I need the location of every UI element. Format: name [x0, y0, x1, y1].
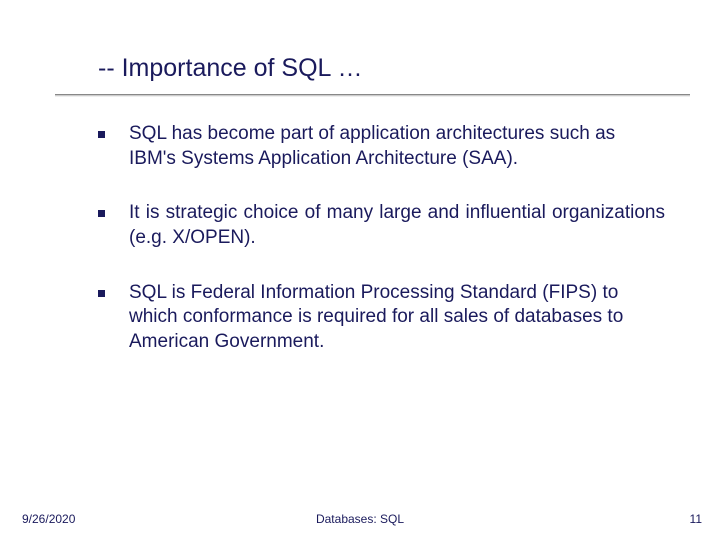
bullet-item: It is strategic choice of many large and…	[98, 201, 665, 250]
slide-body: SQL has become part of application archi…	[98, 122, 665, 385]
title-area: -- Importance of SQL …	[98, 54, 680, 83]
square-bullet-icon	[98, 210, 105, 217]
square-bullet-icon	[98, 131, 105, 138]
bullet-text: SQL has become part of application archi…	[129, 122, 665, 171]
square-bullet-icon	[98, 290, 105, 297]
footer-page-number: 11	[690, 512, 702, 526]
title-underline	[55, 94, 690, 96]
slide-title: -- Importance of SQL …	[98, 54, 680, 83]
bullet-text: It is strategic choice of many large and…	[129, 201, 665, 250]
footer-title: Databases: SQL	[0, 512, 720, 526]
slide: -- Importance of SQL … SQL has become pa…	[0, 0, 720, 540]
bullet-item: SQL is Federal Information Processing St…	[98, 281, 665, 355]
bullet-text: SQL is Federal Information Processing St…	[129, 281, 665, 355]
bullet-item: SQL has become part of application archi…	[98, 122, 665, 171]
